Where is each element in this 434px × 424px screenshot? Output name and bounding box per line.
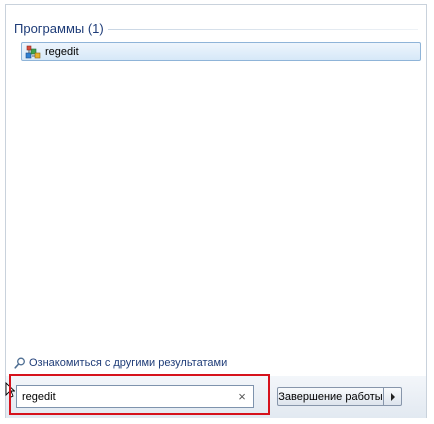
search-highlight-frame [9, 374, 270, 415]
shutdown-button[interactable]: Завершение работы [277, 387, 384, 406]
arrow-right-icon [390, 392, 395, 401]
regedit-icon [25, 45, 41, 58]
section-divider [108, 29, 418, 30]
start-menu-panel [5, 4, 427, 418]
result-item-regedit[interactable]: regedit [21, 42, 421, 61]
search-icon [14, 357, 25, 369]
shutdown-options-button[interactable] [384, 387, 402, 406]
more-results-label: Ознакомиться с другими результатами [29, 357, 228, 369]
more-results-link[interactable]: Ознакомиться с другими результатами [14, 357, 227, 369]
result-item-label: regedit [45, 45, 79, 58]
programs-section-title: Программы (1) [14, 21, 104, 36]
